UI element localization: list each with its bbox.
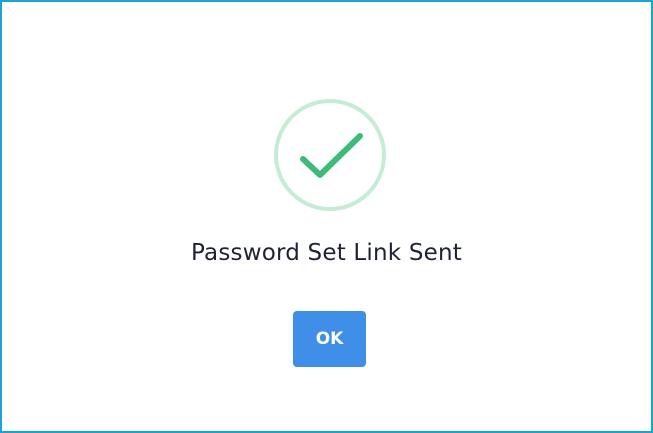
dialog-frame: Password Set Link Sent OK (0, 0, 653, 433)
dialog-title: Password Set Link Sent (191, 240, 462, 266)
success-check-icon (274, 99, 386, 211)
success-dialog: Password Set Link Sent OK (4, 4, 649, 429)
checkmark-icon (300, 133, 363, 178)
ok-button[interactable]: OK (293, 311, 366, 367)
